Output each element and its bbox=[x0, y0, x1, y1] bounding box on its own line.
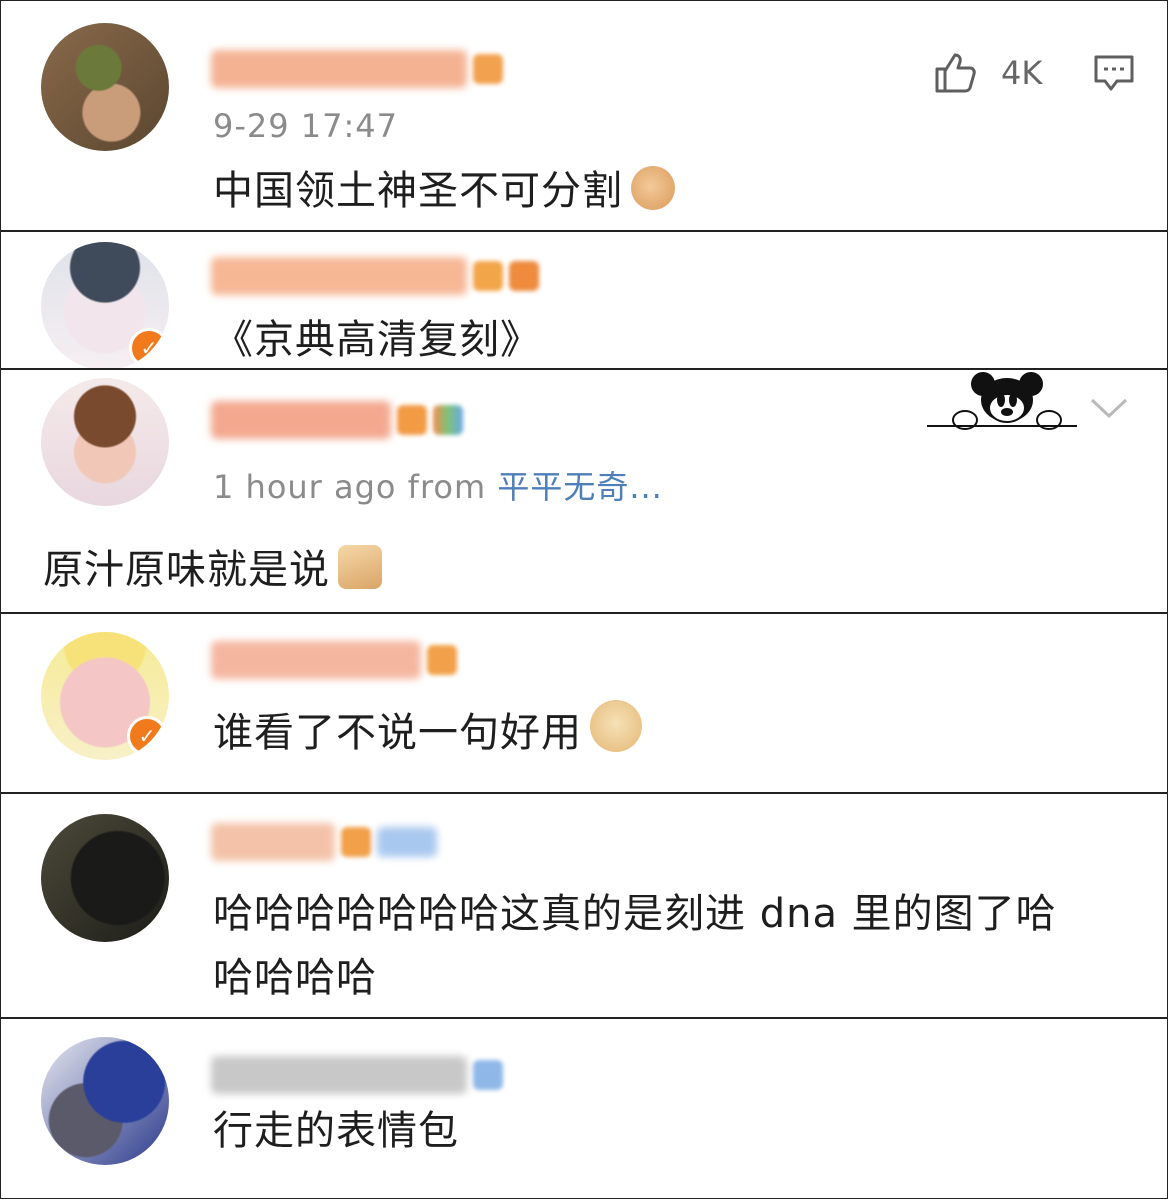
username-blurred[interactable] bbox=[211, 1053, 503, 1097]
mickey-peeking-sticker bbox=[927, 370, 1077, 434]
comment-card: 9-29 17:47 中国领土神圣不可分割 4K bbox=[0, 0, 1168, 231]
verified-badge-icon: ✓ bbox=[129, 328, 169, 368]
username-blurred[interactable] bbox=[211, 398, 463, 442]
comment-card: 行走的表情包 bbox=[0, 1018, 1168, 1199]
comment-text: 谁看了不说一句好用 bbox=[213, 700, 642, 765]
vip-crown-icon bbox=[473, 54, 503, 84]
avatar[interactable] bbox=[41, 378, 169, 506]
comment-text: 行走的表情包 bbox=[213, 1108, 459, 1154]
username-blurred[interactable] bbox=[211, 638, 457, 682]
comment-text: 中国领土神圣不可分割 bbox=[213, 159, 675, 223]
comment-timestamp: 9-29 17:47 bbox=[213, 107, 399, 145]
source-link[interactable]: 平平无奇... bbox=[497, 468, 663, 506]
level-badge-icon bbox=[509, 261, 539, 291]
comment-text: 哈哈哈哈哈哈哈这真的是刻进 dna 里的图了哈 哈哈哈哈 bbox=[213, 891, 1057, 1001]
comment-meta: 1 hour ago from 平平无奇... bbox=[213, 468, 663, 506]
vip-crown-icon bbox=[341, 827, 371, 857]
fan-badge-icon bbox=[377, 827, 437, 857]
avatar[interactable] bbox=[41, 23, 169, 151]
avatar[interactable]: ✓ bbox=[41, 632, 169, 760]
comment-text: 《京典高清复刻》 bbox=[213, 317, 541, 363]
rainbow-badge-icon bbox=[433, 405, 463, 435]
level-badge-icon bbox=[473, 1060, 503, 1090]
username-blurred[interactable] bbox=[211, 820, 437, 864]
doge-emoji-icon bbox=[590, 700, 642, 752]
avatar[interactable]: ✓ bbox=[41, 242, 169, 368]
thumbs-up-emoji-icon bbox=[338, 545, 382, 589]
comment-text: 原汁原味就是说 bbox=[43, 538, 382, 602]
comment-card: ✓ 《京典高清复刻》 bbox=[0, 231, 1168, 369]
vip-crown-icon bbox=[473, 261, 503, 291]
avatar[interactable] bbox=[41, 814, 169, 942]
avatar[interactable] bbox=[41, 1037, 169, 1165]
comment-card: 哈哈哈哈哈哈哈这真的是刻进 dna 里的图了哈 哈哈哈哈 bbox=[0, 793, 1168, 1018]
like-button[interactable]: 4K bbox=[931, 49, 1042, 97]
thumbs-up-icon bbox=[931, 49, 979, 97]
fist-emoji-icon bbox=[631, 166, 675, 210]
username-blurred[interactable] bbox=[211, 254, 539, 298]
username-blurred[interactable] bbox=[211, 47, 503, 91]
comment-card: ✓ 谁看了不说一句好用 bbox=[0, 613, 1168, 793]
like-count: 4K bbox=[1001, 54, 1043, 92]
comment-bubble-icon[interactable] bbox=[1093, 53, 1135, 95]
vip-crown-icon bbox=[427, 645, 457, 675]
comment-card: 1 hour ago from 平平无奇... 原汁原味就是说 bbox=[0, 369, 1168, 613]
verified-badge-icon: ✓ bbox=[127, 716, 167, 756]
vip-crown-icon bbox=[397, 405, 427, 435]
chevron-down-icon[interactable] bbox=[1089, 396, 1129, 420]
